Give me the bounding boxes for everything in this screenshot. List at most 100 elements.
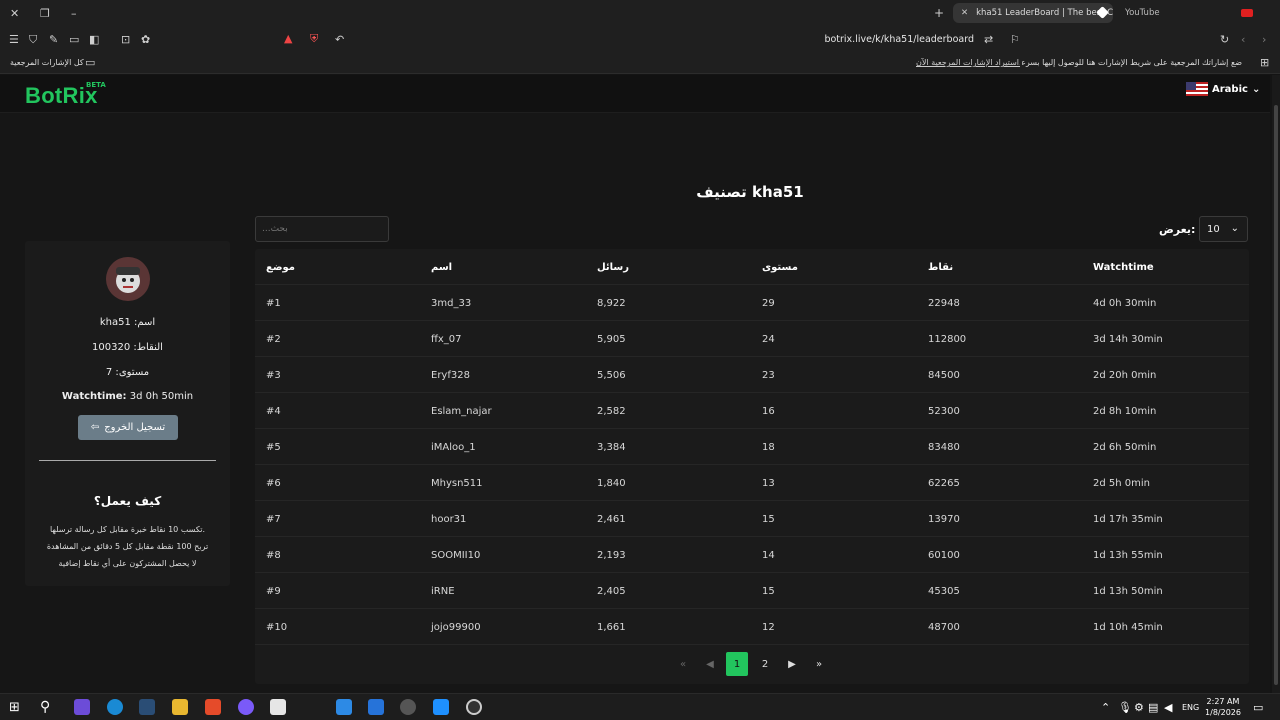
cell-points: 48700 <box>928 622 960 633</box>
profile-points: 100320 :النقاط <box>92 342 163 353</box>
next-page-icon[interactable]: ▶ <box>781 652 803 676</box>
windows-start-icon[interactable]: ⊞ <box>9 701 20 714</box>
clock[interactable]: 2:27 AM 1/8/2026 <box>1201 696 1245 718</box>
file-explorer-icon[interactable] <box>172 699 188 715</box>
cell-name: iMAloo_1 <box>431 442 476 453</box>
last-page-icon[interactable]: » <box>808 652 830 676</box>
search-icon[interactable]: ⚲ <box>40 700 50 714</box>
logout-button[interactable]: ⇦ تسجيل الخروج <box>78 415 178 440</box>
obs-icon[interactable] <box>466 699 482 715</box>
restore-window-icon[interactable]: ❐ <box>40 8 50 19</box>
bookmark-icon[interactable]: ⚐ <box>1010 34 1020 45</box>
leo-icon[interactable]: ✿ <box>141 34 150 45</box>
folder-icon: ▭ <box>85 56 96 69</box>
close-tab-icon[interactable]: ✕ <box>961 8 968 18</box>
bookmarks-hint: ضع إشاراتك المرجعية على شريط الإشارات هن… <box>1022 58 1242 67</box>
prev-page-icon[interactable]: ◀ <box>699 652 721 676</box>
profile-watchtime: Watchtime: 3d 0h 50min <box>25 391 230 402</box>
tab-title: YouTube <box>1125 8 1160 18</box>
header-watchtime[interactable]: Watchtime <box>1093 262 1154 273</box>
avatar <box>106 257 150 301</box>
steam-icon[interactable] <box>139 699 155 715</box>
minimize-window-icon[interactable]: – <box>71 8 77 19</box>
rewards-icon[interactable]: ▲ <box>284 33 292 44</box>
edge-icon[interactable] <box>107 699 123 715</box>
apps-grid-icon[interactable]: ⊞ <box>1260 57 1269 68</box>
new-tab-icon[interactable]: + <box>934 7 944 19</box>
table-row: #5 iMAloo_1 3,384 18 83480 2d 6h 50min <box>255 429 1249 465</box>
share-icon[interactable]: ⇄ <box>984 34 993 45</box>
sidebar-icon[interactable]: ◧ <box>89 34 99 45</box>
copilot-icon[interactable] <box>74 699 90 715</box>
table-row: #4 Eslam_najar 2,582 16 52300 2d 8h 10min <box>255 393 1249 429</box>
menu-icon[interactable]: ☰ <box>9 34 19 45</box>
cell-position: #3 <box>266 370 281 381</box>
all-bookmarks-label[interactable]: كل الإشارات المرجعية <box>10 58 84 67</box>
cell-points: 60100 <box>928 550 960 561</box>
network-icon[interactable]: ⚙ <box>1134 702 1144 713</box>
cell-points: 84500 <box>928 370 960 381</box>
header-name[interactable]: اسم <box>431 262 452 273</box>
reload-page-icon[interactable]: ↶ <box>335 34 344 45</box>
address-bar[interactable]: botrix.live/k/kha51/leaderboard <box>600 34 974 45</box>
cell-position: #9 <box>266 586 281 597</box>
brave-icon[interactable] <box>205 699 221 715</box>
page-2-button[interactable]: 2 <box>754 652 776 676</box>
cell-points: 62265 <box>928 478 960 489</box>
cell-name: Eryf328 <box>431 370 470 381</box>
notifications-icon[interactable]: ▭ <box>1253 702 1263 713</box>
import-bookmarks-link[interactable]: استيراد الإشارات المرجعية الآن... <box>916 58 1020 67</box>
search-input[interactable] <box>255 216 389 242</box>
watchtime-label: Watchtime: <box>61 391 127 402</box>
page-1-button[interactable]: 1 <box>726 652 748 676</box>
cell-points: 112800 <box>928 334 967 345</box>
close-window-icon[interactable]: ✕ <box>10 8 19 19</box>
cell-name: jojo99900 <box>431 622 481 633</box>
discord-icon[interactable] <box>238 699 254 715</box>
app-icon[interactable] <box>368 699 384 715</box>
microphone-icon[interactable]: 🎙 <box>1118 702 1132 713</box>
tab-youtube[interactable]: YouTube <box>1117 3 1257 23</box>
app-icon[interactable] <box>400 699 416 715</box>
profile-card: kha51 :اسم 100320 :النقاط 7 :مستوى Watch… <box>25 241 230 586</box>
cell-level: 14 <box>762 550 775 561</box>
chevron-up-icon[interactable]: ⌃ <box>1101 702 1110 713</box>
header-messages[interactable]: رسائل <box>597 262 629 273</box>
cell-messages: 5,905 <box>597 334 626 345</box>
cell-points: 45305 <box>928 586 960 597</box>
volume-icon[interactable]: ◀ <box>1164 702 1172 713</box>
language-selector[interactable]: Arabic ⌄ <box>1186 82 1260 96</box>
screenshot-icon[interactable]: ⊡ <box>121 34 130 45</box>
brave-shields-icon[interactable]: ⛨ <box>310 33 318 44</box>
header-points[interactable]: نقاط <box>928 262 953 273</box>
page-content: BotRix BETA Arabic ⌄ تصنيف kha51 يعرض: 1… <box>0 75 1270 693</box>
shield-icon[interactable]: ⛉ <box>29 34 37 45</box>
sign-out-icon: ⇦ <box>90 422 100 433</box>
first-page-icon[interactable]: « <box>672 652 694 676</box>
table-row: #9 iRNE 2,405 15 45305 1d 13h 50min <box>255 573 1249 609</box>
scrollbar-thumb[interactable] <box>1274 105 1278 685</box>
cell-watchtime: 4d 0h 30min <box>1093 298 1157 309</box>
app-icon[interactable] <box>336 699 352 715</box>
header-position[interactable]: موضع <box>266 262 295 273</box>
cell-level: 23 <box>762 370 775 381</box>
wallet-icon[interactable]: ▭ <box>69 34 79 45</box>
forward-icon[interactable]: ‹ <box>1241 34 1245 45</box>
extensions-icon[interactable]: ✎ <box>49 34 58 45</box>
cell-watchtime: 2d 5h 0min <box>1093 478 1150 489</box>
cell-position: #7 <box>266 514 281 525</box>
wifi-icon[interactable]: ▤ <box>1148 702 1158 713</box>
entries-per-page-select[interactable]: 10 ⌄ <box>1199 216 1248 242</box>
input-language[interactable]: ENG <box>1182 703 1199 712</box>
language-label: Arabic <box>1212 83 1248 95</box>
profile-name: kha51 :اسم <box>99 317 156 328</box>
cell-watchtime: 1d 17h 35min <box>1093 514 1163 525</box>
header-level[interactable]: مستوى <box>762 262 798 273</box>
tab-leaderboard[interactable]: ✕ kha51 LeaderBoard | The best Cl <box>953 3 1113 23</box>
page-scrollbar[interactable] <box>1272 75 1280 693</box>
back-icon[interactable]: › <box>1262 34 1266 45</box>
app-icon[interactable] <box>433 699 449 715</box>
calendar-app-icon[interactable] <box>270 699 286 715</box>
reload-icon[interactable]: ↻ <box>1220 34 1229 45</box>
cell-points: 83480 <box>928 442 960 453</box>
